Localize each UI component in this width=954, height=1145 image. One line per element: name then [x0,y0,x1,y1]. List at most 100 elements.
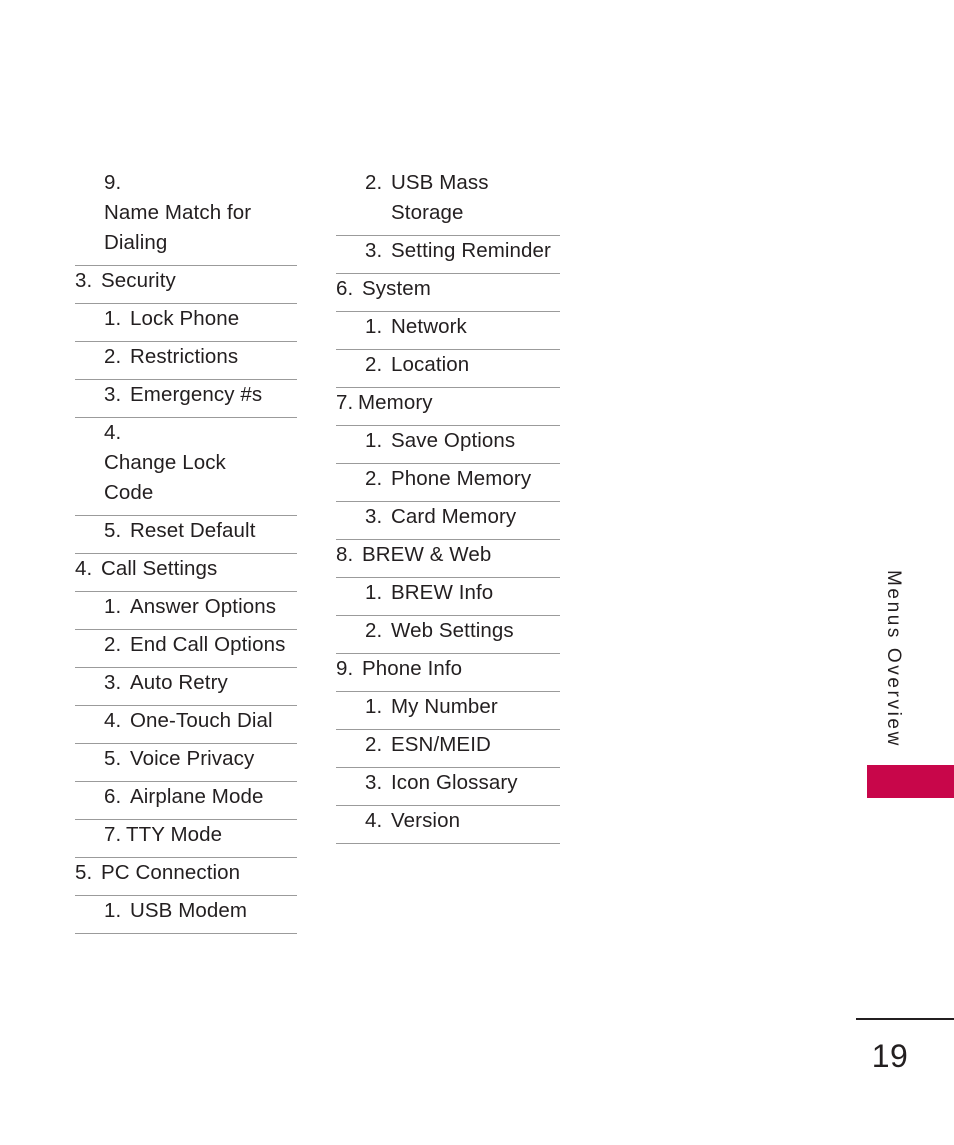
menu-entry: 1. Save Options [336,426,560,456]
menu-entry: 1. Network [336,312,560,342]
menu-entry-label: System [362,277,431,300]
menu-entry: 3. Auto Retry [75,668,297,698]
menu-entry-number: 2. [104,633,122,656]
menu-row: 8. BREW & Web [336,540,560,578]
menu-entry: 2. Phone Memory [336,464,560,494]
menu-entry-number: 2. [365,733,383,756]
menu-entry-number: 4. [75,557,93,580]
menu-entry-number: 1. [365,315,383,338]
menu-entry-number: 5. [75,861,93,884]
menu-entry-number: 3. [75,269,93,292]
menu-entry-number: 4. [104,709,122,732]
menu-row: 1. Network [336,312,560,350]
menu-entry: 2. Web Settings [336,616,560,646]
section-tab-label: Menus Overview [883,570,904,748]
menu-entry: 1. BREW Info [336,578,560,608]
menu-entry-label: Voice Privacy [130,747,255,770]
menu-row: 2. Phone Memory [336,464,560,502]
menu-entry: 4. Version [336,806,560,836]
menu-entry-label: Icon Glossary [391,771,518,794]
menu-entry: 4. Change Lock Code [75,418,297,508]
menu-row: 5. PC Connection [75,858,297,896]
menu-entry-label: Setting Reminder [391,239,551,262]
menu-entry: 7. TTY Mode [75,820,297,850]
menu-entry-label: Airplane Mode [130,785,264,808]
menu-entry-number: 3. [365,771,383,794]
menu-entry-label: Memory [358,391,433,414]
section-tab-color-swatch [867,765,954,798]
menu-row: 3. Auto Retry [75,668,297,706]
menu-entry: 6. Airplane Mode [75,782,297,812]
menu-entry-number: 2. [365,353,383,376]
menu-row: 2. ESN/MEID [336,730,560,768]
menu-entry-number: 2. [365,171,383,194]
menu-entry-label: Call Settings [101,557,218,580]
menu-entry-label: Emergency #s [130,383,263,406]
menu-entry-number: 1. [365,695,383,718]
menu-entry: 3. Card Memory [336,502,560,532]
page-number: 19 [871,1038,909,1074]
menu-entry-number: 1. [365,581,383,604]
menu-entry: 5. PC Connection [75,858,297,888]
menu-entry-number: 7. [104,823,122,846]
menu-entry-label: Version [391,809,461,832]
menu-entry-number: 8. [336,543,354,566]
menu-entry-label: PC Connection [101,861,241,884]
menu-row: 3. Security [75,266,297,304]
menu-entry-number: 6. [104,785,122,808]
menu-entry-label: One-Touch Dial [130,709,273,732]
menu-entry: 2. USB Mass Storage [336,168,560,228]
menu-row: 4. Change Lock Code [75,418,297,516]
menu-entry-number: 9. [104,171,122,194]
menu-entry: 1. Lock Phone [75,304,297,334]
menu-row: 7. TTY Mode [75,820,297,858]
menu-entry: 9. Phone Info [336,654,560,684]
menu-row: 1. Answer Options [75,592,297,630]
menu-row: 1. Save Options [336,426,560,464]
menu-entry-label: Save Options [391,429,516,452]
menu-entry: 3. Emergency #s [75,380,297,410]
menu-row: 9. Name Match for Dialing [75,168,297,266]
menu-entry-label: My Number [391,695,498,718]
menu-entry-label: ESN/MEID [391,733,491,756]
menu-row: 4. Call Settings [75,554,297,592]
menu-entry-label: Lock Phone [130,307,240,330]
menu-row: 4. One-Touch Dial [75,706,297,744]
menu-row: 2. Location [336,350,560,388]
menu-entry-label: BREW Info [391,581,494,604]
menu-row: 3. Card Memory [336,502,560,540]
menu-entry-label: Location [391,353,470,376]
menu-entry-label: USB Mass Storage [391,171,495,224]
menu-entry-number: 3. [365,505,383,528]
menu-entry-number: 6. [336,277,354,300]
menu-entry-label: Phone Info [362,657,463,680]
menu-entry-number: 1. [104,307,122,330]
menu-entry: 1. My Number [336,692,560,722]
menu-entry-label: USB Modem [130,899,248,922]
menu-entry-number: 1. [104,595,122,618]
menu-entry-label: BREW & Web [362,543,492,566]
menu-entry: 5. Reset Default [75,516,297,546]
menu-entry: 4. One-Touch Dial [75,706,297,736]
menu-row: 5. Voice Privacy [75,744,297,782]
menu-entry-number: 5. [104,519,122,542]
menu-entry-number: 5. [104,747,122,770]
menu-entry: 9. Name Match for Dialing [75,168,297,258]
menu-entry: 2. Restrictions [75,342,297,372]
menu-column-right: 2. USB Mass Storage 3. Setting Reminder 6. Sy… [336,168,560,844]
menu-row: 9. Phone Info [336,654,560,692]
menu-entry: 2. ESN/MEID [336,730,560,760]
menu-entry-number: 4. [104,421,122,444]
menu-entry-label: Change Lock Code [104,451,232,504]
section-tab: Menus Overview [855,560,954,805]
menu-entry: 3. Security [75,266,297,296]
menu-row: 5. Reset Default [75,516,297,554]
menu-row: 6. Airplane Mode [75,782,297,820]
menu-entry: 2. Location [336,350,560,380]
menu-entry-number: 7. [336,391,354,414]
menu-row: 2. End Call Options [75,630,297,668]
menu-entry-label: Answer Options [130,595,277,618]
menu-entry-label: Network [391,315,467,338]
menu-entry-label: Name Match for Dialing [104,201,258,254]
menu-row: 6. System [336,274,560,312]
